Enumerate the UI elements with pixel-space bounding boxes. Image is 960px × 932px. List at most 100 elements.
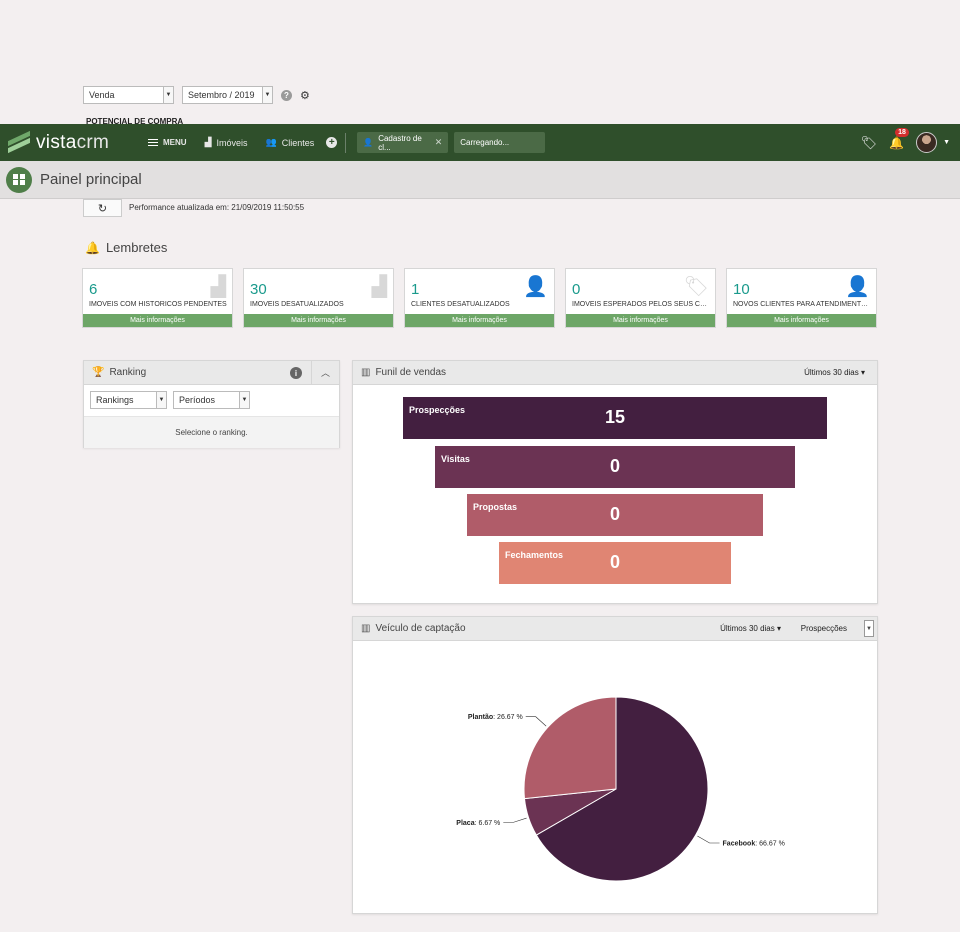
title-bar: Painel principal — [0, 161, 960, 199]
reminder-card-value: 10 — [733, 281, 750, 298]
user-icon: 👤 — [363, 138, 374, 147]
funnel-stage: Visitas 0 — [435, 446, 795, 488]
mes-select[interactable]: Setembro / 2019 ▼ — [182, 86, 273, 104]
reminder-card-label: IMÓVEIS ESPERADOS PELOS SEUS CLIENTES — [572, 301, 710, 308]
ranking-header: 🏆 Ranking i ︿ — [84, 361, 339, 385]
veiculo-panel: ▥ Veículo de captação Últimos 30 dias ▾ … — [352, 616, 878, 914]
menu-button[interactable]: MENU — [148, 138, 187, 147]
performance-text: Performance atualizada em: 21/09/2019 11… — [129, 203, 305, 212]
reminder-card: ▟ 30 IMÓVEIS DESATUALIZADOS Mais informa… — [243, 268, 394, 328]
more-info-link[interactable]: Mais informações — [566, 314, 715, 327]
users-icon: 👥 — [265, 137, 277, 147]
pie-label-placa: Placa: 6.67 % — [456, 820, 500, 827]
funil-period-dropdown[interactable]: Últimos 30 dias ▾ — [804, 368, 865, 377]
veiculo-header: ▥ Veículo de captação Últimos 30 dias ▾ … — [353, 617, 877, 641]
pie-leader-line — [697, 835, 720, 844]
collapse-button[interactable]: ︿ — [311, 361, 339, 384]
reminder-card-value: 6 — [89, 281, 98, 298]
funil-header: ▥ Funil de vendas Últimos 30 dias ▾ — [353, 361, 877, 385]
caret-down-icon: ▾ — [776, 624, 781, 633]
logo-text-thin: crm — [76, 131, 110, 153]
pie-slice-plantão[interactable] — [523, 696, 617, 800]
rankings-select[interactable]: Rankings ▼ — [90, 391, 167, 409]
more-info-link[interactable]: Mais informações — [244, 314, 393, 327]
funnel-stage: Fechamentos 0 — [499, 542, 731, 584]
periodos-select-value: Períodos — [179, 395, 216, 405]
top-filters: Venda ▼ Setembro / 2019 ▼ ? ⚙ — [83, 86, 310, 104]
caret-down-icon[interactable]: ▼ — [943, 139, 950, 146]
chevron-down-icon: ▼ — [866, 625, 872, 632]
gear-icon[interactable]: ⚙ — [300, 89, 310, 102]
reminder-card-value: 0 — [572, 281, 581, 298]
bell-icon: 🔔 — [85, 240, 100, 255]
funnel-stage-value: 0 — [609, 456, 620, 476]
chevron-up-icon: ︿ — [320, 368, 330, 378]
pie-leader-line — [525, 716, 547, 727]
pie-label-plantão: Plantão: 26.67 % — [468, 714, 523, 721]
building-icon: ▟ — [204, 137, 212, 147]
chevron-down-icon: ▼ — [156, 392, 166, 408]
ranking-panel: 🏆 Ranking i ︿ Rankings ▼ Períodos ▼ Sele… — [83, 360, 340, 448]
rankings-select-value: Rankings — [96, 395, 134, 405]
nav-imoveis[interactable]: ▟ Imóveis — [205, 137, 248, 148]
nav-tab-cadastro[interactable]: 👤 Cadastro de cl... ✕ — [357, 132, 449, 153]
reminder-card-value: 30 — [250, 281, 267, 298]
logo-mark-icon — [8, 130, 30, 153]
nav-clientes[interactable]: 👥 Clientes — [266, 137, 315, 148]
hamburger-icon — [148, 139, 158, 146]
reminder-card: 👤 10 NOVOS CLIENTES PARA ATENDIMENTOS Ma… — [726, 268, 877, 328]
info-icon[interactable]: i — [290, 367, 302, 379]
chevron-down-icon: ▼ — [163, 87, 173, 103]
funnel-stage: Propostas 0 — [467, 494, 763, 536]
nav-imoveis-label: Imóveis — [216, 137, 248, 148]
nav-tab-carregando-label: Carregando... — [460, 138, 510, 147]
reminder-card-label: NOVOS CLIENTES PARA ATENDIMENTOS — [733, 301, 871, 308]
nav-tab-cadastro-label: Cadastro de cl... — [378, 133, 422, 152]
veiculo-period-dropdown[interactable]: Últimos 30 dias ▾ — [720, 624, 781, 633]
nav-divider — [345, 132, 347, 153]
building-icon: ▟ — [371, 276, 387, 298]
user-money-icon: 👤 — [523, 276, 548, 298]
pie-label-facebook: Facebook: 66.67 % — [723, 840, 785, 847]
menu-label: MENU — [163, 138, 187, 147]
lembretes-heading: 🔔 Lembretes — [85, 240, 167, 255]
reminder-card: ▟ 6 IMÓVEIS COM HISTÓRICOS PENDENTES Mai… — [82, 268, 233, 328]
tag-icon[interactable]: 🏷 — [861, 135, 878, 151]
add-icon[interactable]: + — [326, 137, 338, 148]
pie-chart: Facebook: 66.67 % Placa: 6.67 % Plantão: 2… — [456, 696, 785, 882]
reminder-card: 🏷 0 IMÓVEIS ESPERADOS PELOS SEUS CLIENTE… — [565, 268, 716, 328]
veiculo-period-label: Últimos 30 dias — [720, 624, 775, 633]
help-icon[interactable]: ? — [281, 89, 292, 101]
refresh-button[interactable]: ↻ — [83, 199, 122, 217]
user-money-icon: 👤 — [845, 276, 870, 298]
nav-tab-carregando[interactable]: Carregando... — [454, 132, 546, 153]
pie-leader-line — [503, 817, 527, 823]
notifications-button[interactable]: 🔔 18 — [889, 127, 909, 150]
tipo-select[interactable]: Venda ▼ — [83, 86, 174, 104]
more-info-link[interactable]: Mais informações — [405, 314, 554, 327]
logo[interactable]: vistacrm — [8, 130, 130, 154]
nav-clientes-label: Clientes — [281, 137, 315, 148]
nav-right: 🏷 🔔 18 ▼ — [861, 127, 950, 153]
funil-panel: ▥ Funil de vendas Últimos 30 dias ▾ Pros… — [352, 360, 878, 604]
chart-icon: ▥ — [361, 367, 371, 378]
funil-period-label: Últimos 30 dias — [804, 368, 859, 377]
building-icon: ▟ — [210, 276, 226, 298]
more-info-link[interactable]: Mais informações — [727, 314, 876, 327]
reminder-card-label: CLIENTES DESATUALIZADOS — [411, 301, 510, 308]
ranking-selects: Rankings ▼ Períodos ▼ — [84, 385, 339, 417]
avatar[interactable] — [916, 132, 938, 153]
reminder-card-label: IMÓVEIS COM HISTÓRICOS PENDENTES — [89, 301, 227, 308]
periodos-select[interactable]: Períodos ▼ — [173, 391, 250, 409]
reminder-cards: ▟ 6 IMÓVEIS COM HISTÓRICOS PENDENTES Mai… — [82, 268, 877, 328]
close-icon[interactable]: ✕ — [435, 137, 443, 148]
bell-icon: 🔔 — [889, 135, 905, 150]
more-info-link[interactable]: Mais informações — [83, 314, 232, 327]
reminder-card-label: IMÓVEIS DESATUALIZADOS — [250, 301, 344, 308]
veiculo-filter-dropdown[interactable]: ▼ — [864, 620, 874, 637]
funnel-stage-value: 15 — [604, 407, 626, 427]
logo-text-bold: vista — [36, 131, 77, 153]
funnel-stage-value: 0 — [609, 552, 620, 572]
chevron-down-icon: ▼ — [239, 392, 249, 408]
tipo-select-value: Venda — [89, 90, 115, 100]
